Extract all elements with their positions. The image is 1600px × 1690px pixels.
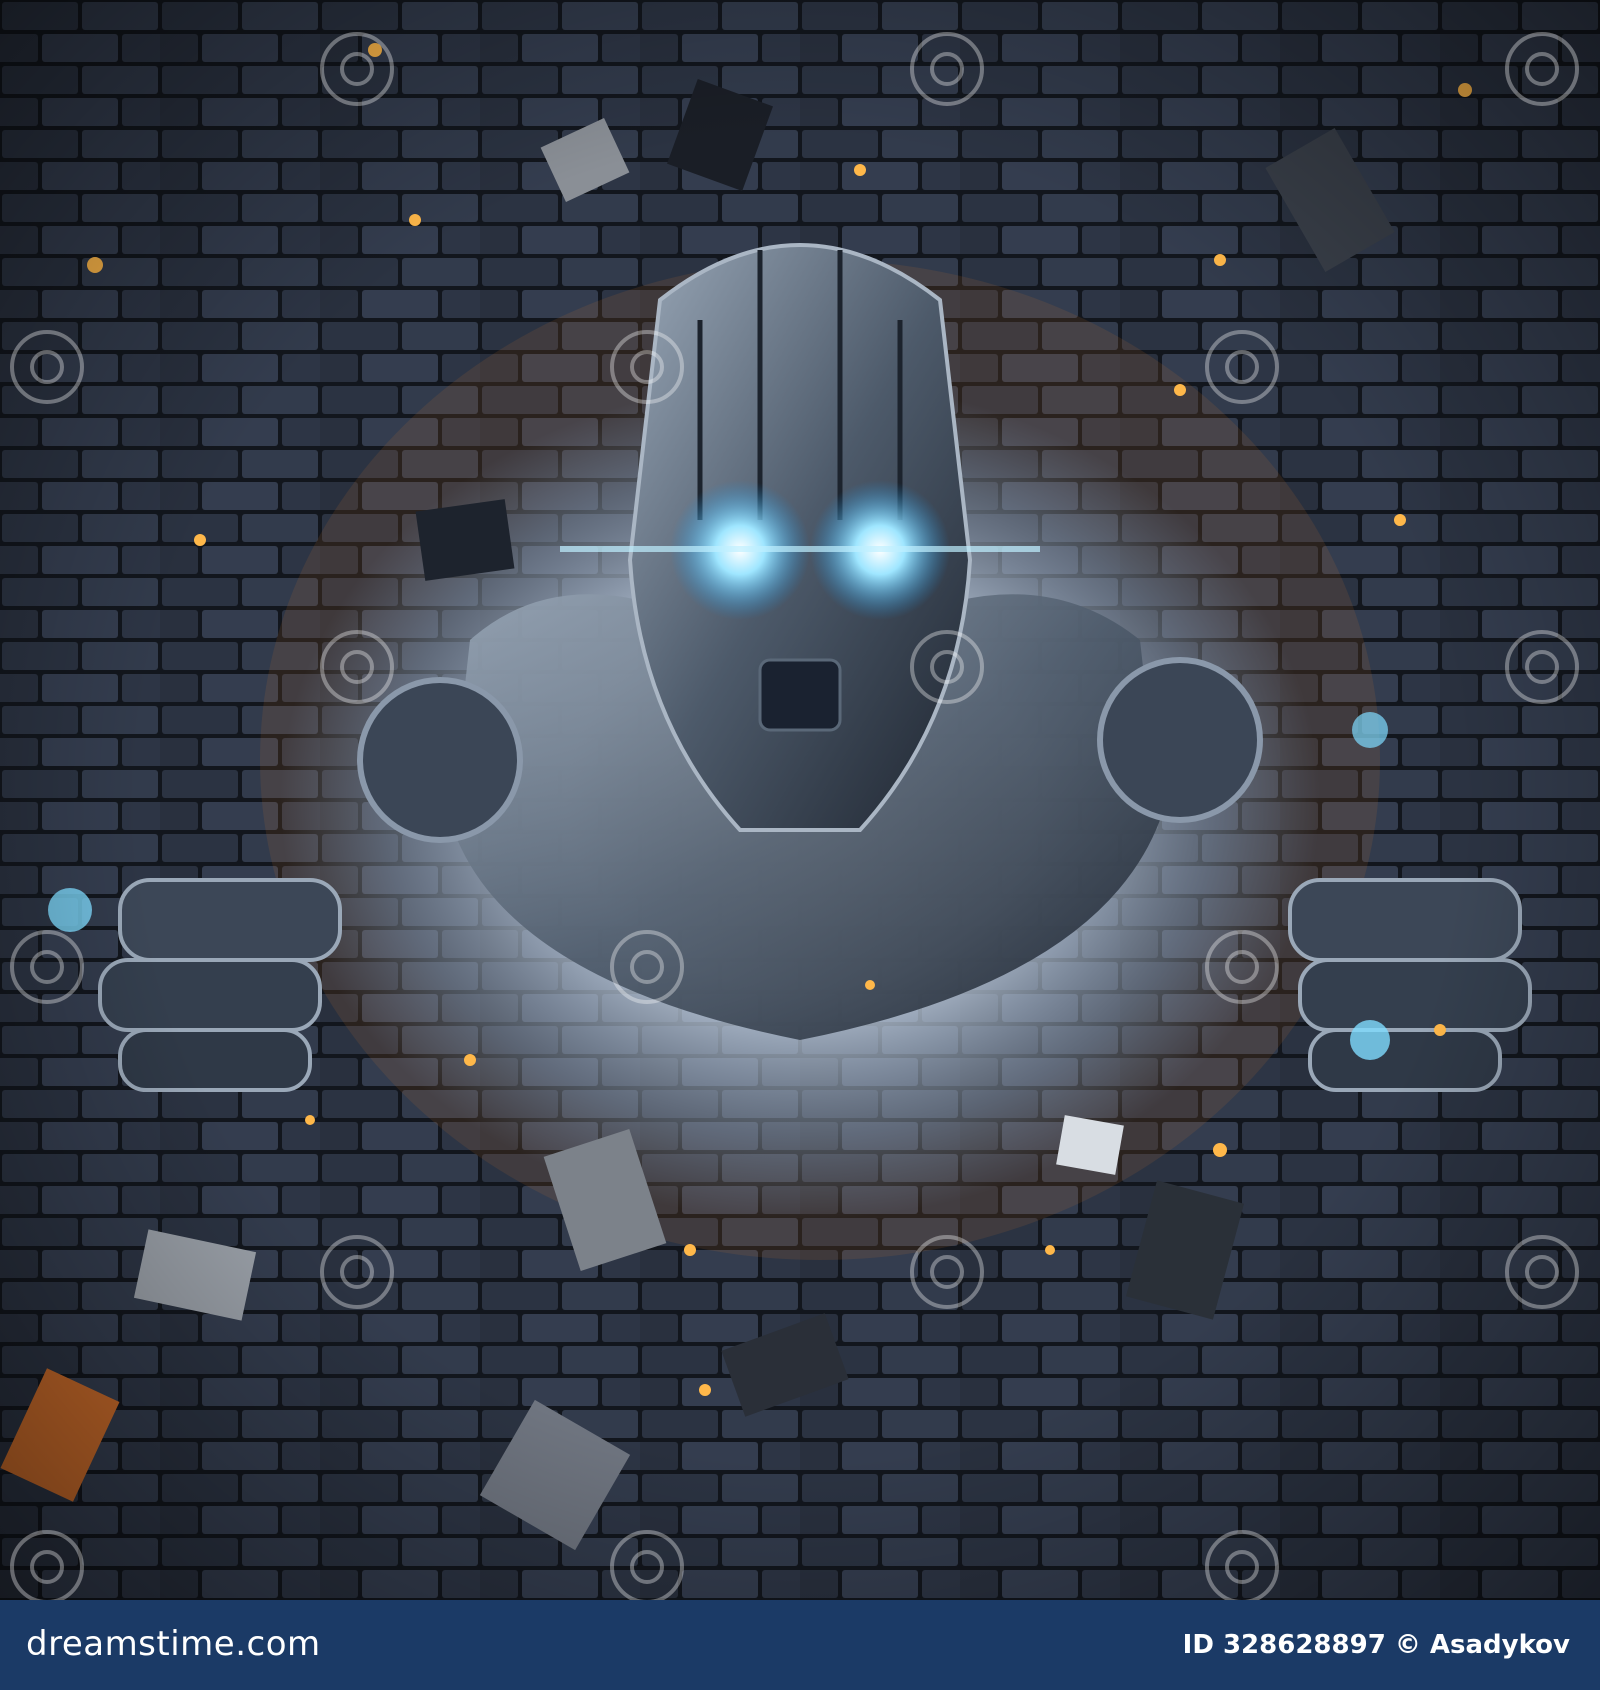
watermark-logo <box>1505 630 1579 704</box>
watermark-logo <box>10 330 84 404</box>
watermark-logo <box>1205 930 1279 1004</box>
watermark-logo <box>910 1235 984 1309</box>
image-credit: ID 328628897 © Asadykov <box>1182 1630 1570 1660</box>
watermark-logo <box>910 630 984 704</box>
watermark-logo <box>10 930 84 1004</box>
watermark-logo <box>320 1235 394 1309</box>
watermark-logo <box>1205 1530 1279 1604</box>
watermark-logo <box>610 1530 684 1604</box>
watermark-logo <box>1505 32 1579 106</box>
stock-photo-page: dreamstime.com ID 328628897 © Asadykov <box>0 0 1600 1690</box>
watermark-logo <box>610 330 684 404</box>
watermark-logo <box>1505 1235 1579 1309</box>
stock-footer-bar: dreamstime.com ID 328628897 © Asadykov <box>0 1600 1600 1690</box>
watermark-logo <box>10 1530 84 1604</box>
site-brand[interactable]: dreamstime.com <box>26 1624 321 1664</box>
watermark-logo <box>320 630 394 704</box>
watermark-logo <box>320 32 394 106</box>
watermark-logo <box>610 930 684 1004</box>
watermark-logo <box>910 32 984 106</box>
watermark-logo <box>1205 330 1279 404</box>
robot-breaking-wall-photo <box>0 0 1600 1600</box>
